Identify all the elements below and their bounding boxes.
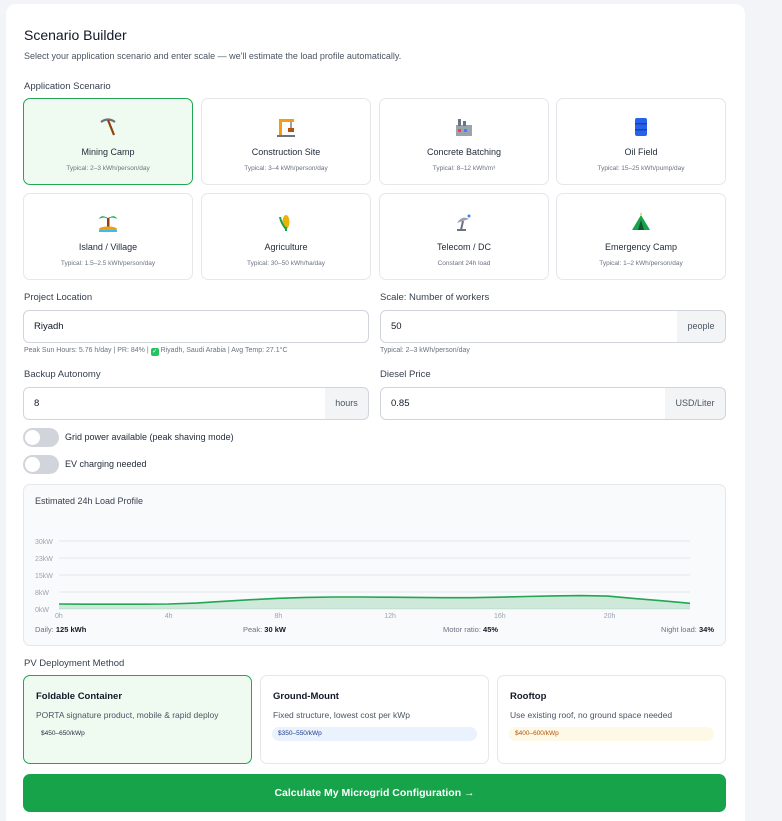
x-tick-label: 8h [274,613,282,620]
crop-icon [202,211,370,233]
pv-option-name: Foldable Container [36,691,123,702]
pv-section-label: PV Deployment Method [24,658,125,669]
location-input[interactable]: Riyadh [23,310,369,343]
y-tick-label: 30kW [35,539,53,546]
location-hint-place: Riyadh, Saudi Arabia | Avg Temp: 27.1°C [160,347,288,354]
stat-night-label: Night load: [661,625,697,634]
page-title: Scenario Builder [24,27,127,43]
load-profile-panel: Estimated 24h Load Profile 30kW 23kW 15kW 8… [23,484,726,646]
scenario-card-telecom-dc[interactable]: Telecom / DC Constant 24h load [379,193,549,280]
workers-input[interactable]: 50 [380,310,678,343]
scenario-typical: Typical: 2–3 kWh/person/day [66,165,150,172]
grid-power-label: Grid power available (peak shaving mode) [65,432,234,442]
scenario-card-oil-field[interactable]: Oil Field Typical: 15–25 kWh/pump/day [556,98,726,185]
scenario-name: Island / Village [78,242,138,252]
stat-night-value: 34% [698,625,714,634]
pickaxe-icon [24,116,192,138]
scenario-name: Agriculture [264,242,308,252]
stat-peak: Peak: 30 kW [243,625,286,634]
stat-daily: Daily: 125 kWh [35,625,86,634]
x-tick-label: 20h [604,613,616,620]
scenario-typical: Typical: 15–25 kWh/pump/day [597,165,685,172]
x-tick-label: 4h [165,613,173,620]
chart-title: Estimated 24h Load Profile [35,496,144,506]
scenario-card-construction-site[interactable]: Construction Site Typical: 3–4 kWh/perso… [201,98,371,185]
load-profile-chart: 30kW 23kW 15kW 8kW 0kW 0h 4h 8h 12h 16h 20h [35,539,691,620]
scenario-typical: Typical: 8–12 kWh/m³ [432,165,496,172]
grid-power-toggle[interactable] [23,428,59,447]
toggle-knob [25,430,40,445]
scenario-card-island-village[interactable]: Island / Village Typical: 1.5–2.5 kWh/pe… [23,193,193,280]
scenario-card-concrete-batching[interactable]: Concrete Batching Typical: 8–12 kWh/m³ [379,98,549,185]
calculate-button[interactable]: Calculate My Microgrid Configuration → [23,774,726,812]
scenario-typical: Typical: 1–2 kWh/person/day [599,260,683,267]
diesel-price-input[interactable]: 0.85 [380,387,666,420]
stat-night: Night load: 34% [661,625,714,634]
autonomy-label: Backup Autonomy [24,369,101,380]
diesel-label: Diesel Price [380,369,431,380]
autonomy-input[interactable]: 8 [23,387,326,420]
workers-unit: people [677,310,726,343]
y-tick-label: 23kW [35,556,53,563]
page-scrollbar-track [745,0,782,821]
stat-daily-value: 125 kWh [55,625,87,634]
factory-icon [380,116,548,138]
scenario-name: Emergency Camp [604,242,678,252]
scenario-card-mining-camp[interactable]: Mining Camp Typical: 2–3 kWh/person/day [23,98,193,185]
autonomy-unit: hours [325,387,369,420]
pv-option-foldable-container[interactable]: Foldable Container PORTA signature produ… [23,675,252,764]
ev-charging-label: EV charging needed [65,459,147,469]
pv-option-desc: Fixed structure, lowest cost per kWp [273,710,410,720]
stat-motor-value: 45% [483,625,499,634]
x-tick-label: 12h [384,613,396,620]
pv-option-name: Ground-Mount [273,691,339,702]
stat-motor: Motor ratio: 45% [443,625,498,634]
pv-option-ground-mount[interactable]: Ground-Mount Fixed structure, lowest cos… [260,675,489,764]
scenario-name: Telecom / DC [436,242,491,252]
scenario-typical: Typical: 3–4 kWh/person/day [244,165,328,172]
location-hint-stats: Peak Sun Hours: 5.76 h/day | PR: 84% | [24,347,149,354]
x-tick-label: 16h [494,613,506,620]
location-label: Project Location [24,292,93,303]
scenario-typical: Typical: 30–50 kWh/ha/day [246,260,326,267]
check-icon: ✓ [150,348,159,356]
scenario-name: Oil Field [624,147,658,157]
pv-price-badge: $450–650/kWp [35,727,91,741]
pv-option-rooftop[interactable]: Rooftop Use existing roof, no ground spa… [497,675,726,764]
crane-icon [202,116,370,138]
scenario-card-agriculture[interactable]: Agriculture Typical: 30–50 kWh/ha/day [201,193,371,280]
diesel-unit: USD/Liter [665,387,726,420]
scenario-section-label: Application Scenario [24,81,111,92]
pv-option-desc: Use existing roof, no ground space neede… [510,710,673,720]
pv-price-badge: $400–600/kWp [509,727,714,741]
satellite-dish-icon [380,211,548,233]
scale-hint: Typical: 2–3 kWh/person/day [380,347,470,354]
x-tick-label: 0h [55,613,63,620]
pv-price-badge: $350–550/kWp [272,727,477,741]
scenario-name: Concrete Batching [426,147,502,157]
page-subtitle: Select your application scenario and ent… [24,51,402,61]
scenario-name: Construction Site [251,147,321,157]
stat-motor-label: Motor ratio: [443,625,481,634]
toggle-knob [25,457,40,472]
y-tick-label: 0kW [35,607,49,614]
scenario-name: Mining Camp [81,147,135,157]
scenario-typical: Typical: 1.5–2.5 kWh/person/day [60,260,156,267]
scenario-card-emergency-camp[interactable]: Emergency Camp Typical: 1–2 kWh/person/d… [556,193,726,280]
ev-charging-toggle[interactable] [23,455,59,474]
tent-icon [557,211,725,233]
scale-label: Scale: Number of workers [380,292,490,303]
oil-barrel-icon [557,116,725,138]
stat-peak-label: Peak: [243,625,263,634]
location-hint: Peak Sun Hours: 5.76 h/day | PR: 84% | ✓… [24,347,288,356]
stat-daily-label: Daily: [35,625,54,634]
y-tick-label: 15kW [35,573,53,580]
y-tick-label: 8kW [35,590,49,597]
pv-option-name: Rooftop [510,691,547,702]
scenario-typical: Constant 24h load [437,260,491,267]
palm-island-icon [24,211,192,233]
pv-option-desc: PORTA signature product, mobile & rapid … [36,710,219,720]
stat-peak-value: 30 kW [264,625,286,634]
